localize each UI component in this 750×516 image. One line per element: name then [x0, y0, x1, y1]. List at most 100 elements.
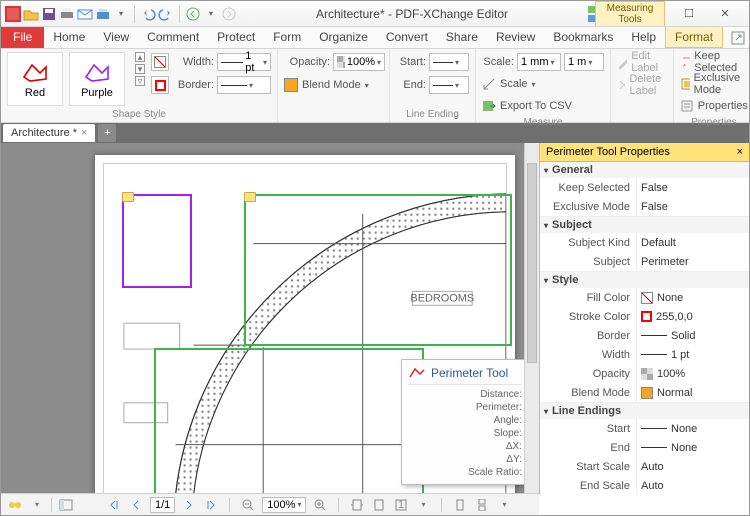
annotation-green-2[interactable] — [154, 348, 424, 495]
tab-convert[interactable]: Convert — [377, 27, 437, 48]
document-tab[interactable]: Architecture *× — [3, 124, 95, 142]
vertical-scrollbar[interactable] — [524, 143, 539, 493]
prop-blend-mode[interactable]: Normal — [636, 383, 749, 402]
tab-comment[interactable]: Comment — [138, 27, 208, 48]
fit-width-icon[interactable] — [349, 497, 365, 513]
tab-bookmarks[interactable]: Bookmarks — [544, 27, 622, 48]
tab-home[interactable]: Home — [44, 27, 94, 48]
exclusive-mode-button[interactable]: Exclusive Mode — [680, 74, 748, 94]
prop-subject[interactable]: Perimeter — [636, 252, 749, 271]
tab-format[interactable]: Format — [665, 27, 723, 48]
first-page-icon[interactable] — [106, 497, 122, 513]
close-tab-icon[interactable]: × — [81, 127, 87, 139]
prop-end-scale[interactable]: Auto — [636, 476, 749, 495]
prop-width[interactable]: 1 pt — [636, 345, 749, 364]
open-icon[interactable] — [23, 6, 39, 22]
maximize-button[interactable]: ☐ — [675, 4, 703, 24]
prop-start-scale[interactable]: Auto — [636, 457, 749, 476]
group-general[interactable]: ▾General — [540, 162, 749, 178]
prop-subject-kind[interactable]: Default — [636, 233, 749, 252]
annotation-purple[interactable] — [122, 194, 192, 288]
group-style[interactable]: ▾Style — [540, 272, 749, 288]
scan-icon[interactable] — [95, 6, 111, 22]
tab-organize[interactable]: Organize — [310, 27, 377, 48]
zoom-dropdown-icon[interactable]: ▾ — [415, 497, 431, 513]
launch-icon[interactable] — [729, 29, 747, 47]
layout-dropdown-icon[interactable]: ▾ — [496, 497, 512, 513]
tab-review[interactable]: Review — [487, 27, 544, 48]
tab-view[interactable]: View — [94, 27, 138, 48]
prop-start[interactable]: None — [636, 419, 749, 438]
actual-size-icon[interactable]: 1 — [393, 497, 409, 513]
print-icon[interactable] — [59, 6, 75, 22]
properties-button[interactable]: Properties — [680, 96, 748, 116]
next-page-icon[interactable] — [181, 497, 197, 513]
group-measure: Measure — [482, 116, 604, 130]
export-csv-button[interactable]: Export To CSV — [482, 96, 572, 116]
qat-caret-icon[interactable]: ▾ — [113, 6, 129, 22]
add-tab-button[interactable]: + — [98, 124, 116, 142]
file-tab[interactable]: File — [1, 27, 44, 48]
close-button[interactable]: ✕ — [711, 4, 739, 24]
scale-from[interactable]: 1 mm▾ — [517, 53, 561, 71]
tab-protect[interactable]: Protect — [208, 27, 264, 48]
app-icon — [5, 6, 21, 22]
stroke-color-button[interactable] — [151, 76, 169, 94]
prop-opacity[interactable]: 100% — [636, 364, 749, 383]
group-subject[interactable]: ▾Subject — [540, 217, 749, 233]
tab-help[interactable]: Help — [622, 27, 665, 48]
contextual-group-label: Measuring Tools — [595, 1, 665, 26]
document-canvas[interactable]: BEDROOMS LIVING ROOM BASEMENT Perimeter … — [1, 143, 539, 495]
scale-to[interactable]: 1 m▾ — [564, 53, 604, 71]
prop-end[interactable]: None — [636, 438, 749, 457]
note-icon[interactable] — [244, 192, 256, 202]
group-line-endings[interactable]: ▾Line Endings — [540, 403, 749, 419]
panel-toggle-icon[interactable] — [58, 497, 74, 513]
fit-page-icon[interactable] — [371, 497, 387, 513]
undo-icon[interactable] — [140, 6, 156, 22]
preset-red[interactable]: Red — [7, 52, 63, 106]
blend-mode-button[interactable]: Blend Mode▾ — [284, 75, 369, 95]
zoom-in-icon[interactable] — [312, 497, 328, 513]
fill-color-button[interactable] — [151, 53, 169, 71]
prop-stroke-color[interactable]: 255,0,0 — [636, 307, 749, 326]
email-icon[interactable] — [77, 6, 93, 22]
delete-label-button: Delete Label — [617, 75, 667, 95]
preset-prev[interactable]: ▴ — [135, 52, 145, 62]
preset-next[interactable]: ▾ — [135, 64, 145, 74]
single-page-icon[interactable] — [452, 497, 468, 513]
tab-share[interactable]: Share — [437, 27, 487, 48]
opacity-dropdown[interactable]: 100%▾ — [333, 53, 385, 71]
note-icon[interactable] — [122, 192, 134, 202]
tab-form[interactable]: Form — [264, 27, 310, 48]
continuous-page-icon[interactable] — [474, 497, 490, 513]
preset-purple[interactable]: Purple — [69, 52, 125, 106]
window-title: Architecture* - PDF-XChange Editor — [241, 7, 583, 21]
line-end-dropdown[interactable]: ▾ — [429, 76, 469, 94]
prev-page-icon[interactable] — [128, 497, 144, 513]
keep-selected-button[interactable]: Keep Selected — [680, 52, 748, 72]
options-icon[interactable] — [7, 497, 23, 513]
zoom-indicator[interactable]: 100%▾ — [262, 497, 306, 513]
border-dropdown[interactable]: ▾ — [217, 76, 271, 94]
save-icon[interactable] — [41, 6, 57, 22]
status-bar: ▾ 1/1 100%▾ 1 ▾ ▾ — [1, 493, 539, 515]
prop-exclusive-mode[interactable]: False — [636, 197, 749, 216]
prop-keep-selected[interactable]: False — [636, 178, 749, 197]
nav-back-icon[interactable] — [185, 6, 201, 22]
nav-fwd-icon[interactable] — [221, 6, 237, 22]
panel-close-icon[interactable]: × — [737, 146, 743, 158]
redo-icon[interactable] — [158, 6, 174, 22]
line-start-dropdown[interactable]: ▾ — [429, 53, 469, 71]
scale-button[interactable]: Scale▾ — [482, 74, 536, 94]
options-caret[interactable]: ▾ — [29, 497, 45, 513]
zoom-out-icon[interactable] — [240, 497, 256, 513]
width-dropdown[interactable]: 1 pt▾ — [217, 53, 271, 71]
last-page-icon[interactable] — [203, 497, 219, 513]
page-indicator[interactable]: 1/1 — [150, 497, 175, 513]
prop-fill-color[interactable]: None — [636, 288, 749, 307]
nav-caret-icon[interactable]: ▾ — [203, 6, 219, 22]
prop-border[interactable]: Solid — [636, 326, 749, 345]
preset-more[interactable]: ▿ — [135, 76, 145, 86]
annotation-green-1[interactable] — [244, 194, 512, 346]
